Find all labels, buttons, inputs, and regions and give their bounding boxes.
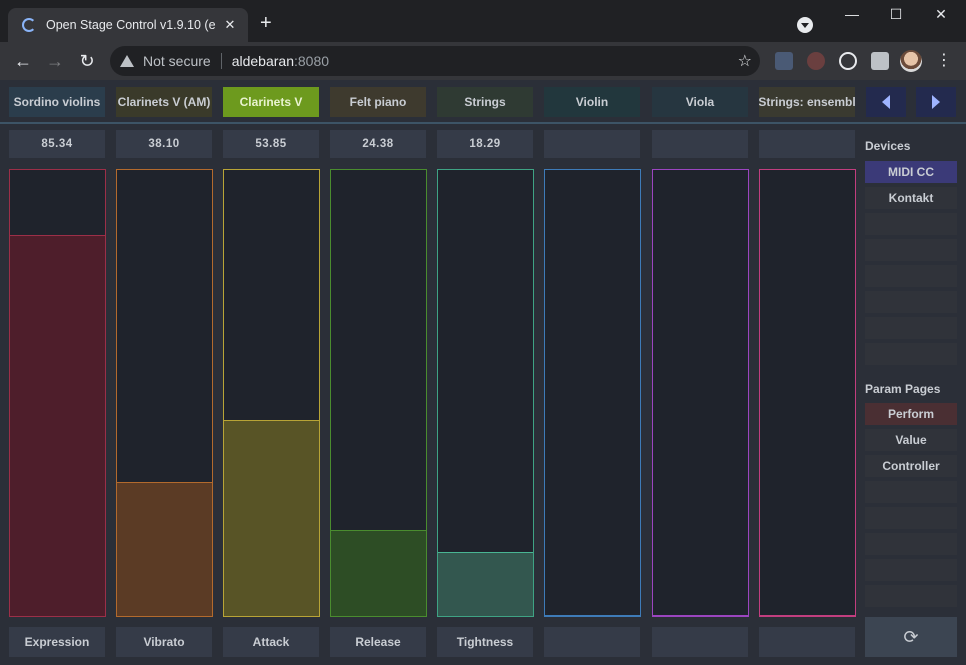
value-display: 18.29: [437, 130, 533, 158]
parameter-label: Vibrato: [116, 627, 212, 657]
extension-owl-icon[interactable]: [807, 52, 825, 70]
url-port: :8080: [293, 53, 330, 69]
new-tab-button[interactable]: +: [260, 13, 272, 33]
value-display: 24.38: [330, 130, 426, 158]
fader-fill: [10, 235, 105, 616]
value-display: [544, 130, 640, 158]
device-button[interactable]: [865, 343, 957, 365]
bookmark-star-icon[interactable]: ☆: [738, 51, 752, 71]
tab-close-icon[interactable]: ✕: [222, 17, 238, 33]
instrument-button[interactable]: Felt piano: [330, 87, 426, 117]
device-button[interactable]: Kontakt: [865, 187, 957, 209]
window-maximize-button[interactable]: ☐: [886, 6, 906, 23]
profile-avatar[interactable]: [900, 50, 922, 72]
fader-slider[interactable]: [116, 169, 213, 617]
fader-fill: [760, 615, 855, 616]
param-page-button[interactable]: [865, 559, 957, 581]
window-close-button[interactable]: ✕: [931, 6, 951, 23]
device-button[interactable]: [865, 239, 957, 261]
fader-fill: [438, 552, 533, 616]
fader-slider[interactable]: [652, 169, 749, 617]
tab-search-icon[interactable]: [797, 17, 813, 33]
arrow-right-icon: [932, 95, 940, 109]
fader-slider[interactable]: [437, 169, 534, 617]
browser-menu-icon[interactable]: ⋮: [936, 52, 952, 70]
instrument-button[interactable]: Violin: [544, 87, 640, 117]
reload-button[interactable]: ↻: [76, 50, 98, 72]
browser-titlebar: Open Stage Control v1.9.10 (eom ✕ + — ☐ …: [0, 0, 966, 42]
device-button[interactable]: [865, 291, 957, 313]
fader-slider[interactable]: [223, 169, 320, 617]
fader-slider[interactable]: [330, 169, 427, 617]
refresh-button[interactable]: ⟳: [865, 617, 957, 657]
osc-app: Devices Param Pages ⟳ Sordino violins Cla…: [0, 80, 966, 665]
fader-fill: [331, 530, 426, 616]
fader-slider[interactable]: [759, 169, 856, 617]
parameter-label: [544, 627, 640, 657]
next-page-button[interactable]: [916, 87, 956, 117]
fader-fill: [653, 615, 748, 616]
instrument-button[interactable]: Clarinets V (AM): [116, 87, 212, 117]
refresh-icon: ⟳: [903, 626, 919, 647]
parameter-label: Attack: [223, 627, 319, 657]
not-secure-warning-icon[interactable]: [120, 55, 134, 67]
param-page-button[interactable]: [865, 481, 957, 503]
browser-toolbar: ← → ↻ Not secure aldebaran :8080 ☆ ⋮: [0, 42, 966, 80]
browser-tab[interactable]: Open Stage Control v1.9.10 (eom ✕: [8, 8, 248, 42]
window-minimize-button[interactable]: —: [842, 6, 862, 22]
value-display: 85.34: [9, 130, 105, 158]
extension-dots-icon[interactable]: [775, 52, 793, 70]
instrument-button[interactable]: Strings: ensembl: [759, 87, 855, 117]
param-page-button[interactable]: Value: [865, 429, 957, 451]
device-button[interactable]: MIDI CC: [865, 161, 957, 183]
value-display: [652, 130, 748, 158]
device-button[interactable]: [865, 213, 957, 235]
param-pages-heading: Param Pages: [865, 382, 941, 396]
param-page-button[interactable]: Controller: [865, 455, 957, 477]
not-secure-label[interactable]: Not secure: [143, 53, 211, 69]
device-button[interactable]: [865, 317, 957, 339]
param-page-button[interactable]: [865, 507, 957, 529]
instrument-button[interactable]: Clarinets V: [223, 87, 319, 117]
param-page-button[interactable]: [865, 585, 957, 607]
parameter-label: Expression: [9, 627, 105, 657]
param-page-button[interactable]: [865, 533, 957, 555]
extension-target-icon[interactable]: [839, 52, 857, 70]
address-bar[interactable]: Not secure aldebaran :8080 ☆: [110, 46, 760, 76]
url-host: aldebaran: [231, 53, 294, 69]
instrument-button[interactable]: Strings: [437, 87, 533, 117]
forward-button[interactable]: →: [44, 50, 66, 72]
parameter-label: Tightness: [437, 627, 533, 657]
device-button[interactable]: [865, 265, 957, 287]
address-separator: [220, 53, 222, 69]
header-divider: [0, 122, 966, 124]
loading-spinner-icon: [22, 18, 36, 32]
previous-page-button[interactable]: [866, 87, 906, 117]
arrow-left-icon: [882, 95, 890, 109]
parameter-label: [652, 627, 748, 657]
parameter-label: [759, 627, 855, 657]
fader-fill: [545, 615, 640, 616]
param-page-button[interactable]: Perform: [865, 403, 957, 425]
instrument-button[interactable]: Sordino violins: [9, 87, 105, 117]
parameter-label: Release: [330, 627, 426, 657]
devices-heading: Devices: [865, 139, 911, 153]
fader-fill: [117, 482, 212, 616]
extensions-puzzle-icon[interactable]: [871, 52, 889, 70]
tab-title: Open Stage Control v1.9.10 (eom: [46, 18, 216, 32]
fader-fill: [224, 420, 319, 616]
value-display: 53.85: [223, 130, 319, 158]
back-button[interactable]: ←: [12, 50, 34, 72]
instrument-button[interactable]: Viola: [652, 87, 748, 117]
value-display: 38.10: [116, 130, 212, 158]
fader-slider[interactable]: [9, 169, 106, 617]
value-display: [759, 130, 855, 158]
fader-slider[interactable]: [544, 169, 641, 617]
